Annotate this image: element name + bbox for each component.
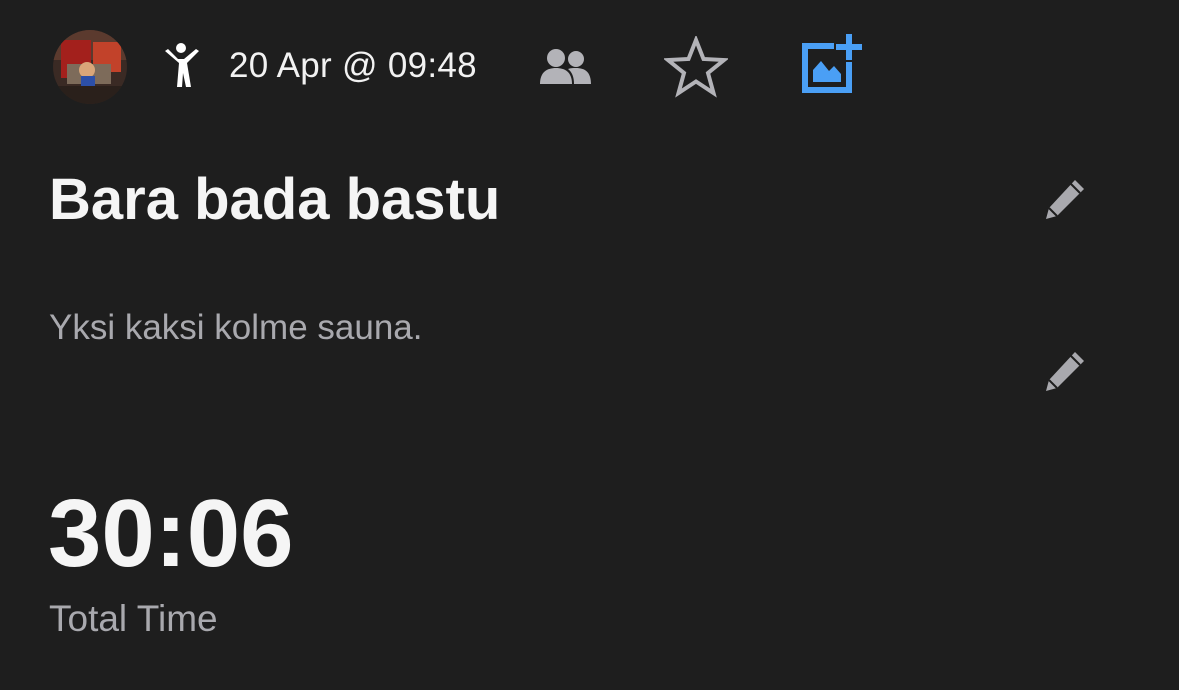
- activity-date-time: 20 Apr @ 09:48: [229, 46, 477, 85]
- people-icon[interactable]: [538, 46, 594, 88]
- edit-title-pencil-icon[interactable]: [1042, 176, 1090, 222]
- edit-description-pencil-icon[interactable]: [1042, 348, 1090, 394]
- activity-description: Yksi kaksi kolme sauna.: [49, 308, 423, 347]
- activity-title: Bara bada bastu: [49, 167, 501, 232]
- star-outline-icon[interactable]: [662, 34, 730, 98]
- add-photo-icon[interactable]: [800, 32, 866, 96]
- avatar[interactable]: [53, 30, 127, 104]
- total-time-label: Total Time: [49, 598, 218, 639]
- total-time-value: 30:06: [48, 480, 294, 587]
- person-exercise-icon: [160, 41, 202, 89]
- avatar-image: [53, 30, 127, 104]
